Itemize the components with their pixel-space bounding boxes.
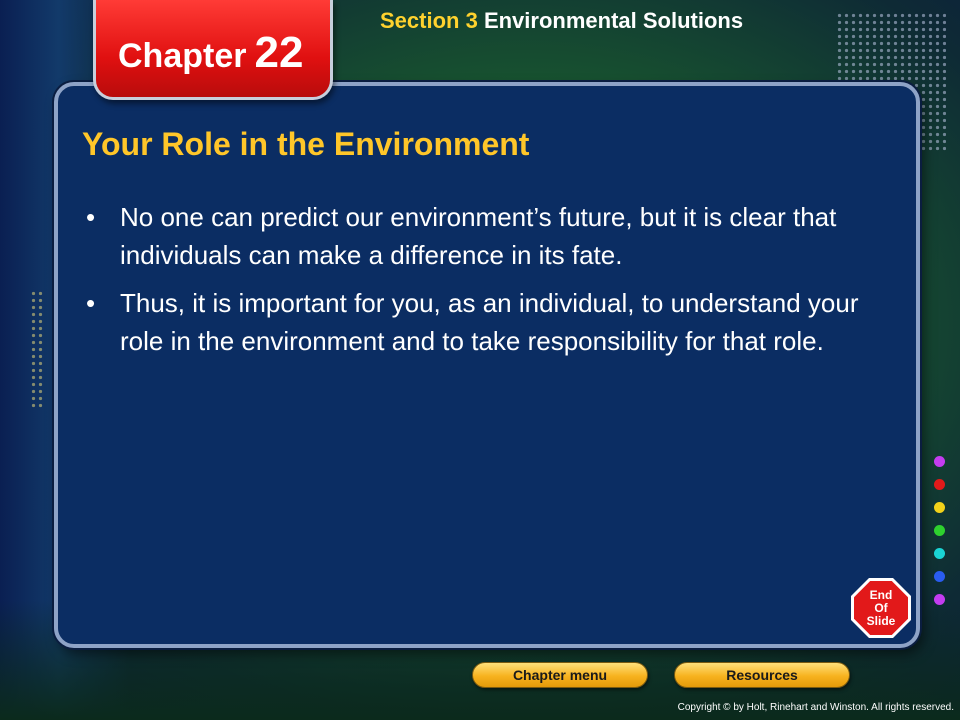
- bullet-text: No one can predict our environment’s fut…: [120, 202, 837, 270]
- chapter-number: 22: [254, 28, 304, 77]
- chapter-menu-button[interactable]: Chapter menu: [472, 662, 648, 688]
- color-dot: [934, 456, 945, 467]
- end-of-slide-text-1: End: [869, 587, 893, 602]
- bullet-list: • No one can predict our environment’s f…: [82, 198, 882, 370]
- bullet-symbol: •: [86, 288, 96, 318]
- section-header: Section 3 Environmental Solutions: [380, 8, 743, 34]
- section-topic: Environmental Solutions: [483, 8, 744, 33]
- end-of-slide-button[interactable]: End Of Slide: [851, 578, 911, 638]
- decorative-dot-grid-left: [30, 290, 44, 410]
- bullet-symbol: •: [86, 202, 96, 232]
- color-dot: [934, 571, 945, 582]
- end-of-slide-text-2: Of: [874, 600, 888, 615]
- color-dot: [934, 594, 945, 605]
- color-dot: [934, 525, 945, 536]
- bullet-item: • Thus, it is important for you, as an i…: [82, 284, 882, 360]
- end-of-slide-text-3: Slide: [866, 613, 896, 628]
- color-dot: [934, 502, 945, 513]
- color-dot-column: [934, 456, 946, 617]
- color-dot: [934, 548, 945, 559]
- chapter-label: Chapter 22: [118, 28, 303, 78]
- slide-title: Your Role in the Environment: [82, 126, 530, 162]
- chapter-tab: Chapter 22: [93, 0, 333, 100]
- resources-button[interactable]: Resources: [674, 662, 850, 688]
- chapter-word: Chapter: [118, 37, 247, 75]
- bullet-text: Thus, it is important for you, as an ind…: [120, 288, 859, 356]
- section-label: Section 3: [380, 8, 478, 33]
- bullet-item: • No one can predict our environment’s f…: [82, 198, 882, 274]
- copyright-notice: Copyright © by Holt, Rinehart and Winsto…: [677, 702, 954, 713]
- color-dot: [934, 479, 945, 490]
